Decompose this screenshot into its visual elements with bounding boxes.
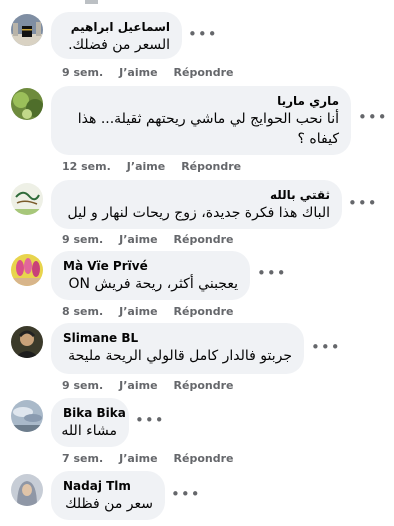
comment-age[interactable]: 8 sem. (62, 305, 103, 318)
comment-bubble: ماري ماريا أنا نحب الحوايج لي ماشي ريحته… (51, 86, 351, 155)
comment-author[interactable]: Bika Bika (63, 405, 126, 421)
avatar[interactable] (11, 183, 43, 215)
comment-bubble: اسماعيل ابراهيم السعر من فضلك. (51, 12, 182, 59)
reply-link[interactable]: Répondre (174, 379, 234, 392)
ellipsis-icon: ••• (257, 264, 287, 282)
more-options-button[interactable]: ••• (171, 485, 200, 509)
like-link[interactable]: J’aime (127, 160, 165, 173)
previous-item-edge (85, 0, 98, 4)
comment-author[interactable]: Slimane BL (63, 330, 292, 346)
comment-author[interactable]: اسماعيل ابراهيم (63, 19, 170, 35)
reply-link[interactable]: Répondre (174, 305, 234, 318)
like-link[interactable]: J’aime (119, 379, 157, 392)
avatar[interactable] (11, 326, 43, 358)
comment-text: أنا نحب الحوايج لي ماشي ريحتهم ثقيلة... … (77, 111, 339, 147)
avatar[interactable] (11, 400, 43, 432)
portrait-photo-icon (11, 326, 43, 358)
more-options-button[interactable]: ••• (188, 25, 217, 49)
like-link[interactable]: J’aime (119, 66, 157, 79)
like-link[interactable]: J’aime (119, 452, 157, 465)
comment-actions: 9 sem. J’aime Répondre (62, 379, 233, 393)
like-link[interactable]: J’aime (119, 233, 157, 246)
comment-text: مشاء الله (61, 423, 117, 439)
comment-author[interactable]: Mà Vïe Prïvé (63, 258, 238, 274)
comment-age[interactable]: 9 sem. (62, 379, 103, 392)
comment-text: السعر من فضلك. (68, 37, 170, 53)
comment-actions: 9 sem. J’aime Répondre (62, 233, 233, 247)
comment-author[interactable]: Nadaj Tlm (63, 478, 153, 494)
veiled-woman-photo-icon (11, 474, 43, 506)
comment-bubble: ثقتي بالله الباك هذا فكرة جديدة، زوج ريح… (51, 180, 342, 229)
comment-actions: 12 sem. J’aime Répondre (62, 160, 241, 174)
comment-age[interactable]: 7 sem. (62, 452, 103, 465)
more-options-button[interactable]: ••• (348, 194, 377, 218)
more-options-button[interactable]: ••• (311, 338, 340, 362)
comment-actions: 7 sem. J’aime Répondre (62, 452, 233, 466)
greenery-photo-icon (11, 88, 43, 120)
comment-age[interactable]: 12 sem. (62, 160, 111, 173)
ellipsis-icon: ••• (348, 194, 378, 212)
nails-photo-icon (11, 254, 43, 286)
reply-link[interactable]: Répondre (181, 160, 241, 173)
ellipsis-icon: ••• (358, 108, 388, 126)
reply-link[interactable]: Répondre (174, 233, 234, 246)
comment-bubble: Slimane BL جربتو فالدار كامل قالولي الري… (51, 323, 304, 374)
comment-age[interactable]: 9 sem. (62, 66, 103, 79)
avatar[interactable] (11, 88, 43, 120)
comment-author[interactable]: ثقتي بالله (63, 187, 330, 203)
comment-actions: 8 sem. J’aime Répondre (62, 305, 233, 319)
comment-text: يعجبني أكثر، ريحة فريش ON (68, 276, 239, 292)
comment-text: الباك هذا فكرة جديدة، زوج ريحات لنهار و … (67, 205, 330, 221)
avatar[interactable] (11, 254, 43, 286)
more-options-button[interactable]: ••• (358, 108, 387, 132)
comment-text: جربتو فالدار كامل قالولي الريحة مليحة (68, 348, 292, 364)
ellipsis-icon: ••• (135, 411, 165, 429)
comment-bubble: Bika Bika مشاء الله (51, 398, 129, 447)
reply-link[interactable]: Répondre (174, 452, 234, 465)
comment-text: سعر من فظلك (65, 496, 153, 512)
sky-photo-icon (11, 400, 43, 432)
ellipsis-icon: ••• (188, 25, 218, 43)
comment-bubble: Nadaj Tlm سعر من فظلك (51, 471, 165, 520)
comment-bubble: Mà Vïe Prïvé يعجبني أكثر، ريحة فريش ON (51, 251, 250, 300)
more-options-button[interactable]: ••• (257, 264, 286, 288)
reply-link[interactable]: Répondre (174, 66, 234, 79)
avatar[interactable] (11, 14, 43, 46)
ellipsis-icon: ••• (171, 485, 201, 503)
avatar[interactable] (11, 474, 43, 506)
ellipsis-icon: ••• (311, 338, 341, 356)
comment-actions: 9 sem. J’aime Répondre (62, 66, 233, 80)
kaaba-photo-icon (11, 14, 43, 46)
comment-age[interactable]: 9 sem. (62, 233, 103, 246)
calligraphy-photo-icon (11, 183, 43, 215)
like-link[interactable]: J’aime (119, 305, 157, 318)
more-options-button[interactable]: ••• (135, 411, 164, 435)
comment-author[interactable]: ماري ماريا (63, 93, 339, 109)
